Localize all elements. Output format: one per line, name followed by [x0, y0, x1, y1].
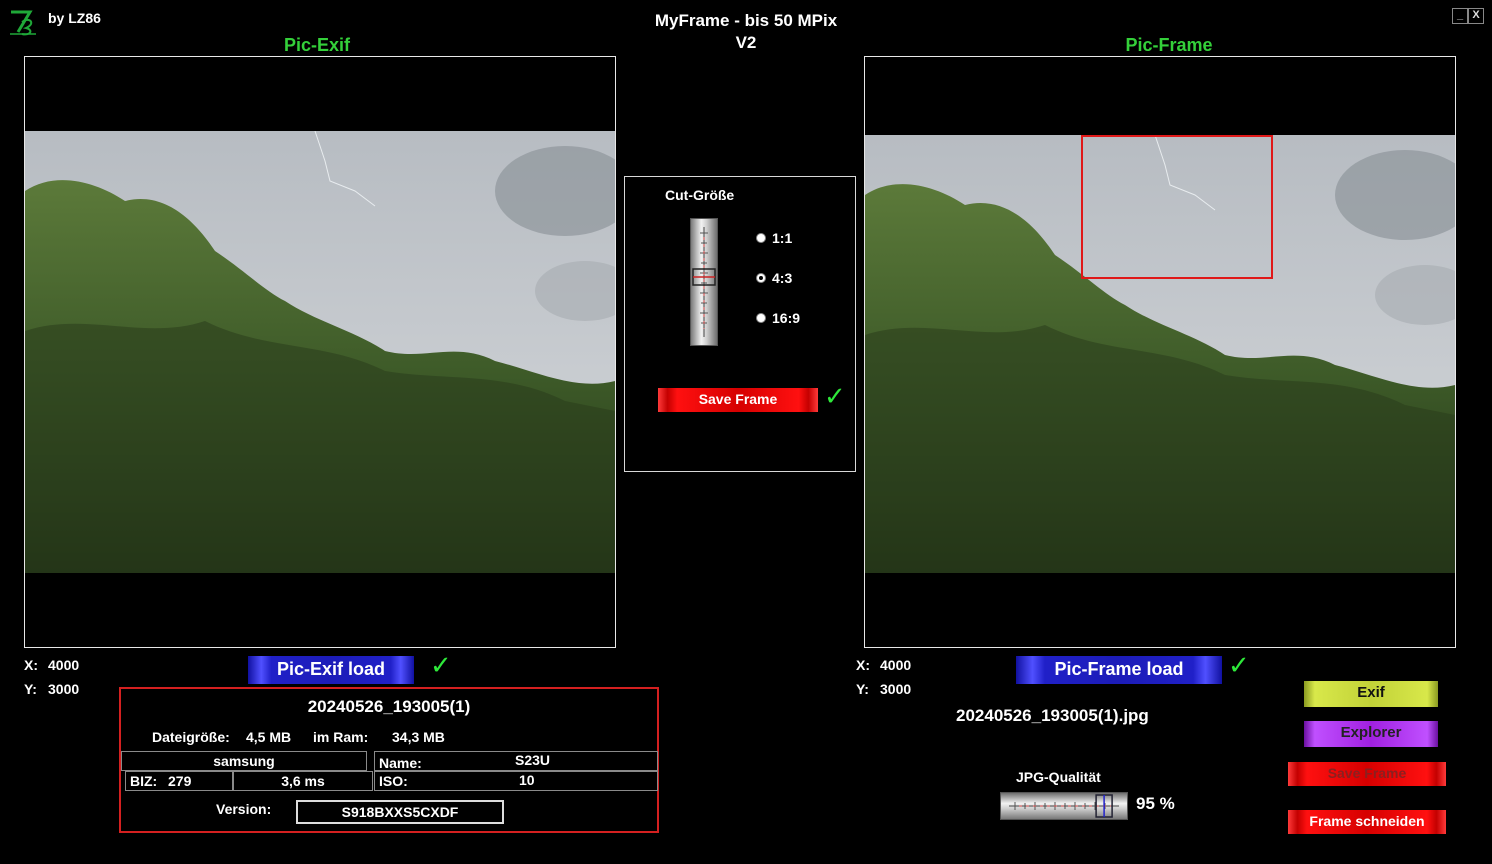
- cut-size-panel: [624, 176, 856, 472]
- ratio-option-4-3[interactable]: 4:3: [756, 270, 792, 286]
- cut-size-title: Cut-Größe: [665, 187, 735, 203]
- info-ram-label: im Ram:: [313, 729, 369, 745]
- ratio-option-16-9[interactable]: 16:9: [756, 310, 800, 326]
- ratio-radio-4-3[interactable]: [756, 273, 766, 283]
- info-iso-cell: ISO: 10: [374, 771, 658, 791]
- jpg-quality-label: JPG-Qualität: [1016, 769, 1101, 785]
- info-ram-value: 34,3 MB: [392, 729, 445, 745]
- minimize-button[interactable]: _: [1452, 8, 1468, 24]
- info-biz-cell: BIZ: 279: [125, 771, 233, 791]
- explorer-button[interactable]: Explorer: [1304, 721, 1438, 747]
- exif-button[interactable]: Exif: [1304, 681, 1438, 707]
- crop-selection-rect[interactable]: [1081, 135, 1273, 279]
- frame-y-value: 3000: [880, 681, 912, 697]
- ratio-label-4-3: 4:3: [772, 270, 793, 286]
- window-title: MyFrame - bis 50 MPix V2: [596, 10, 896, 54]
- ratio-option-1-1[interactable]: 1:1: [756, 230, 792, 246]
- frame-filename: 20240526_193005(1).jpg: [956, 706, 1149, 725]
- frame-x-value: 4000: [880, 657, 912, 673]
- info-biz-label: BIZ:: [130, 773, 158, 789]
- ratio-radio-1-1[interactable]: [756, 233, 766, 243]
- frame-x-label: X:: [856, 657, 870, 673]
- app-logo: [10, 10, 36, 36]
- frame-load-check-icon: ✓: [1228, 650, 1250, 680]
- cut-size-slider-scale-icon: [692, 227, 716, 337]
- jpg-quality-value: 95 %: [1136, 794, 1175, 813]
- pic-exif-title: Pic-Exif: [283, 35, 351, 55]
- save-frame-check-icon: ✓: [824, 381, 846, 411]
- brand-label: by LZ86: [48, 10, 101, 26]
- ratio-label-1-1: 1:1: [772, 230, 793, 246]
- info-exposure: 3,6 ms: [281, 773, 325, 789]
- title-main: MyFrame - bis 50 MPix: [654, 11, 838, 30]
- ratio-label-16-9: 16:9: [772, 310, 801, 326]
- info-make: samsung: [213, 753, 275, 769]
- pic-frame-viewer[interactable]: [864, 56, 1456, 648]
- info-size-value: 4,5 MB: [246, 729, 292, 745]
- pic-exif-viewer: [24, 56, 616, 648]
- info-size-label: Dateigröße:: [152, 729, 230, 745]
- pic-exif-image: [25, 131, 615, 573]
- info-version-label: Version:: [216, 801, 272, 817]
- jpg-quality-scale-icon: [1009, 794, 1119, 818]
- ratio-radio-16-9[interactable]: [756, 313, 766, 323]
- pic-frame-load-button[interactable]: Pic-Frame load: [1016, 656, 1222, 684]
- info-exposure-cell: 3,6 ms: [233, 771, 373, 791]
- info-name-cell: Name: S23U: [374, 751, 658, 771]
- frame-y-label: Y:: [856, 681, 869, 697]
- info-biz-value: 279: [168, 773, 192, 789]
- info-name-value: S23U: [515, 752, 551, 768]
- info-name-label: Name:: [379, 755, 422, 771]
- pic-frame-title: Pic-Frame: [1125, 35, 1213, 55]
- exif-x-value: 4000: [48, 657, 80, 673]
- info-iso-label: ISO:: [379, 773, 408, 789]
- exif-y-label: Y:: [24, 681, 37, 697]
- info-version-value: S918BXXS5CXDF: [296, 800, 504, 824]
- info-filename: 20240526_193005(1): [307, 697, 471, 716]
- exif-load-check-icon: ✓: [430, 650, 452, 680]
- pic-exif-load-button[interactable]: Pic-Exif load: [248, 656, 414, 684]
- save-frame-button[interactable]: Save Frame: [1288, 762, 1446, 786]
- close-button[interactable]: X: [1468, 8, 1484, 24]
- exif-x-label: X:: [24, 657, 38, 673]
- title-version: V2: [735, 33, 757, 52]
- info-iso-value: 10: [519, 772, 535, 788]
- cut-size-slider[interactable]: [690, 218, 718, 346]
- exif-y-value: 3000: [48, 681, 80, 697]
- save-frame-center-button[interactable]: Save Frame: [658, 388, 818, 412]
- frame-cut-button[interactable]: Frame schneiden: [1288, 810, 1446, 834]
- info-make-cell: samsung: [121, 751, 367, 771]
- jpg-quality-slider[interactable]: [1000, 792, 1128, 820]
